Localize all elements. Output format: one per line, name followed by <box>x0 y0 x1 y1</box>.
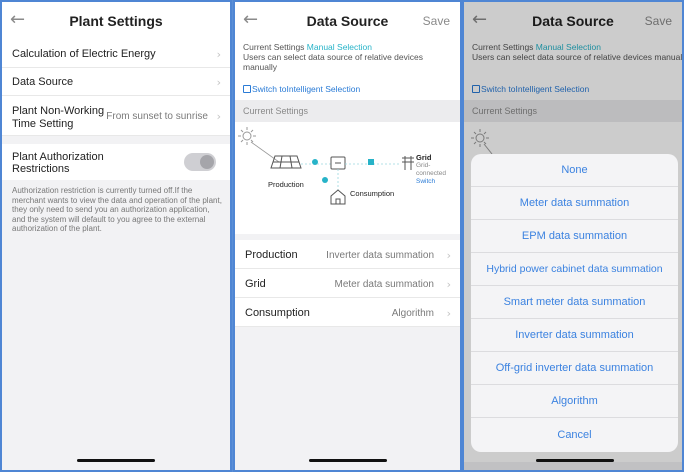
non-working-label-line2: Time Setting <box>12 118 74 130</box>
cancel-button[interactable]: Cancel <box>471 418 678 452</box>
authorization-label-line2: Restrictions <box>12 163 70 175</box>
solar-panel-icon <box>270 155 302 169</box>
production-source-label: Production <box>245 249 298 261</box>
chevron-right-icon: › <box>216 110 221 123</box>
home-indicator <box>536 459 614 462</box>
chevron-right-icon: › <box>446 307 451 320</box>
inverter-icon <box>330 156 346 170</box>
chevron-right-icon: › <box>446 278 451 291</box>
data-source-screen: ← Data Source Save Current Settings Manu… <box>233 0 462 472</box>
non-working-label-line1: Plant Non-Working <box>12 105 105 117</box>
option-smart-meter[interactable]: Smart meter data summation <box>471 286 678 319</box>
consumption-source-row[interactable]: Consumption Algorithm › <box>235 298 460 327</box>
option-off-grid-inverter[interactable]: Off-grid inverter data summation <box>471 352 678 385</box>
page-title: Plant Settings <box>69 13 163 29</box>
grid-source-value: Meter data summation <box>334 279 435 290</box>
current-settings-line: Current Settings Manual Selection <box>243 42 454 52</box>
data-source-picker: None Meter data summation EPM data summa… <box>471 154 678 452</box>
data-source-label: Data Source <box>12 76 74 88</box>
current-mode: Manual Selection <box>306 42 372 52</box>
consumption-source-label: Consumption <box>245 307 310 319</box>
home-indicator <box>77 459 155 462</box>
home-indicator <box>309 459 387 462</box>
calculation-energy-row[interactable]: Calculation of Electric Energy › <box>2 40 230 68</box>
option-none[interactable]: None <box>471 154 678 187</box>
toggle-knob <box>200 155 214 169</box>
flow-dot <box>322 177 328 183</box>
grid-source-row[interactable]: Grid Meter data summation › <box>235 269 460 298</box>
data-source-picker-screen: ← Data Source Save Current Settings Manu… <box>462 0 684 472</box>
data-source-header: ← Data Source Save <box>235 2 460 40</box>
flow-dot <box>312 159 318 165</box>
consumption-node-label: Consumption <box>350 189 395 198</box>
current-prefix: Current Settings <box>243 42 307 52</box>
option-epm[interactable]: EPM data summation <box>471 220 678 253</box>
non-working-time-row[interactable]: Plant Non-Working Time Setting From suns… <box>2 96 230 136</box>
grid-switch-link[interactable]: Switch <box>416 178 435 185</box>
authorization-note: Authorization restriction is currently t… <box>12 186 222 233</box>
option-algorithm[interactable]: Algorithm <box>471 385 678 418</box>
option-hybrid-cabinet[interactable]: Hybrid power cabinet data summation <box>471 253 678 286</box>
chevron-right-icon: › <box>446 249 451 262</box>
authorization-row: Plant Authorization Restrictions <box>2 144 230 180</box>
data-source-row[interactable]: Data Source › <box>2 68 230 96</box>
section-label: Current Settings <box>243 106 309 116</box>
switch-label: Switch toIntelligent Selection <box>252 84 361 94</box>
chevron-right-icon: › <box>216 48 221 61</box>
production-source-value: Inverter data summation <box>326 250 434 261</box>
option-meter[interactable]: Meter data summation <box>471 187 678 220</box>
switch-icon <box>243 85 251 93</box>
chevron-right-icon: › <box>216 76 221 89</box>
option-inverter[interactable]: Inverter data summation <box>471 319 678 352</box>
grid-status-line2: connected <box>416 170 446 177</box>
switch-intelligent-link[interactable]: Switch toIntelligent Selection <box>243 84 360 94</box>
settings-info-panel: Current Settings Manual Selection Users … <box>235 40 460 100</box>
calculation-energy-label: Calculation of Electric Energy <box>12 48 156 60</box>
plant-settings-screen: ← Plant Settings Calculation of Electric… <box>0 0 232 472</box>
authorization-label-line1: Plant Authorization <box>12 151 104 163</box>
grid-status-line1: Grid- <box>416 162 431 169</box>
consumption-source-value: Algorithm <box>391 308 434 319</box>
sun-icon <box>238 127 256 145</box>
authorization-toggle[interactable] <box>184 153 216 171</box>
current-desc: Users can select data source of relative… <box>243 52 424 72</box>
section-header: Current Settings <box>235 100 460 122</box>
save-button[interactable]: Save <box>423 14 450 28</box>
grid-node-label: Grid <box>416 153 432 162</box>
house-icon <box>330 189 346 205</box>
plant-settings-header: ← Plant Settings <box>2 2 230 40</box>
flow-marker <box>368 159 374 165</box>
production-source-row[interactable]: Production Inverter data summation › <box>235 240 460 269</box>
non-working-value: From sunset to sunrise <box>106 111 208 122</box>
production-node-label: Production <box>268 180 304 189</box>
energy-flow-diagram: Production Consumption Grid Grid- connec… <box>235 122 460 234</box>
grid-source-label: Grid <box>245 278 266 290</box>
grid-tower-icon <box>402 156 414 170</box>
